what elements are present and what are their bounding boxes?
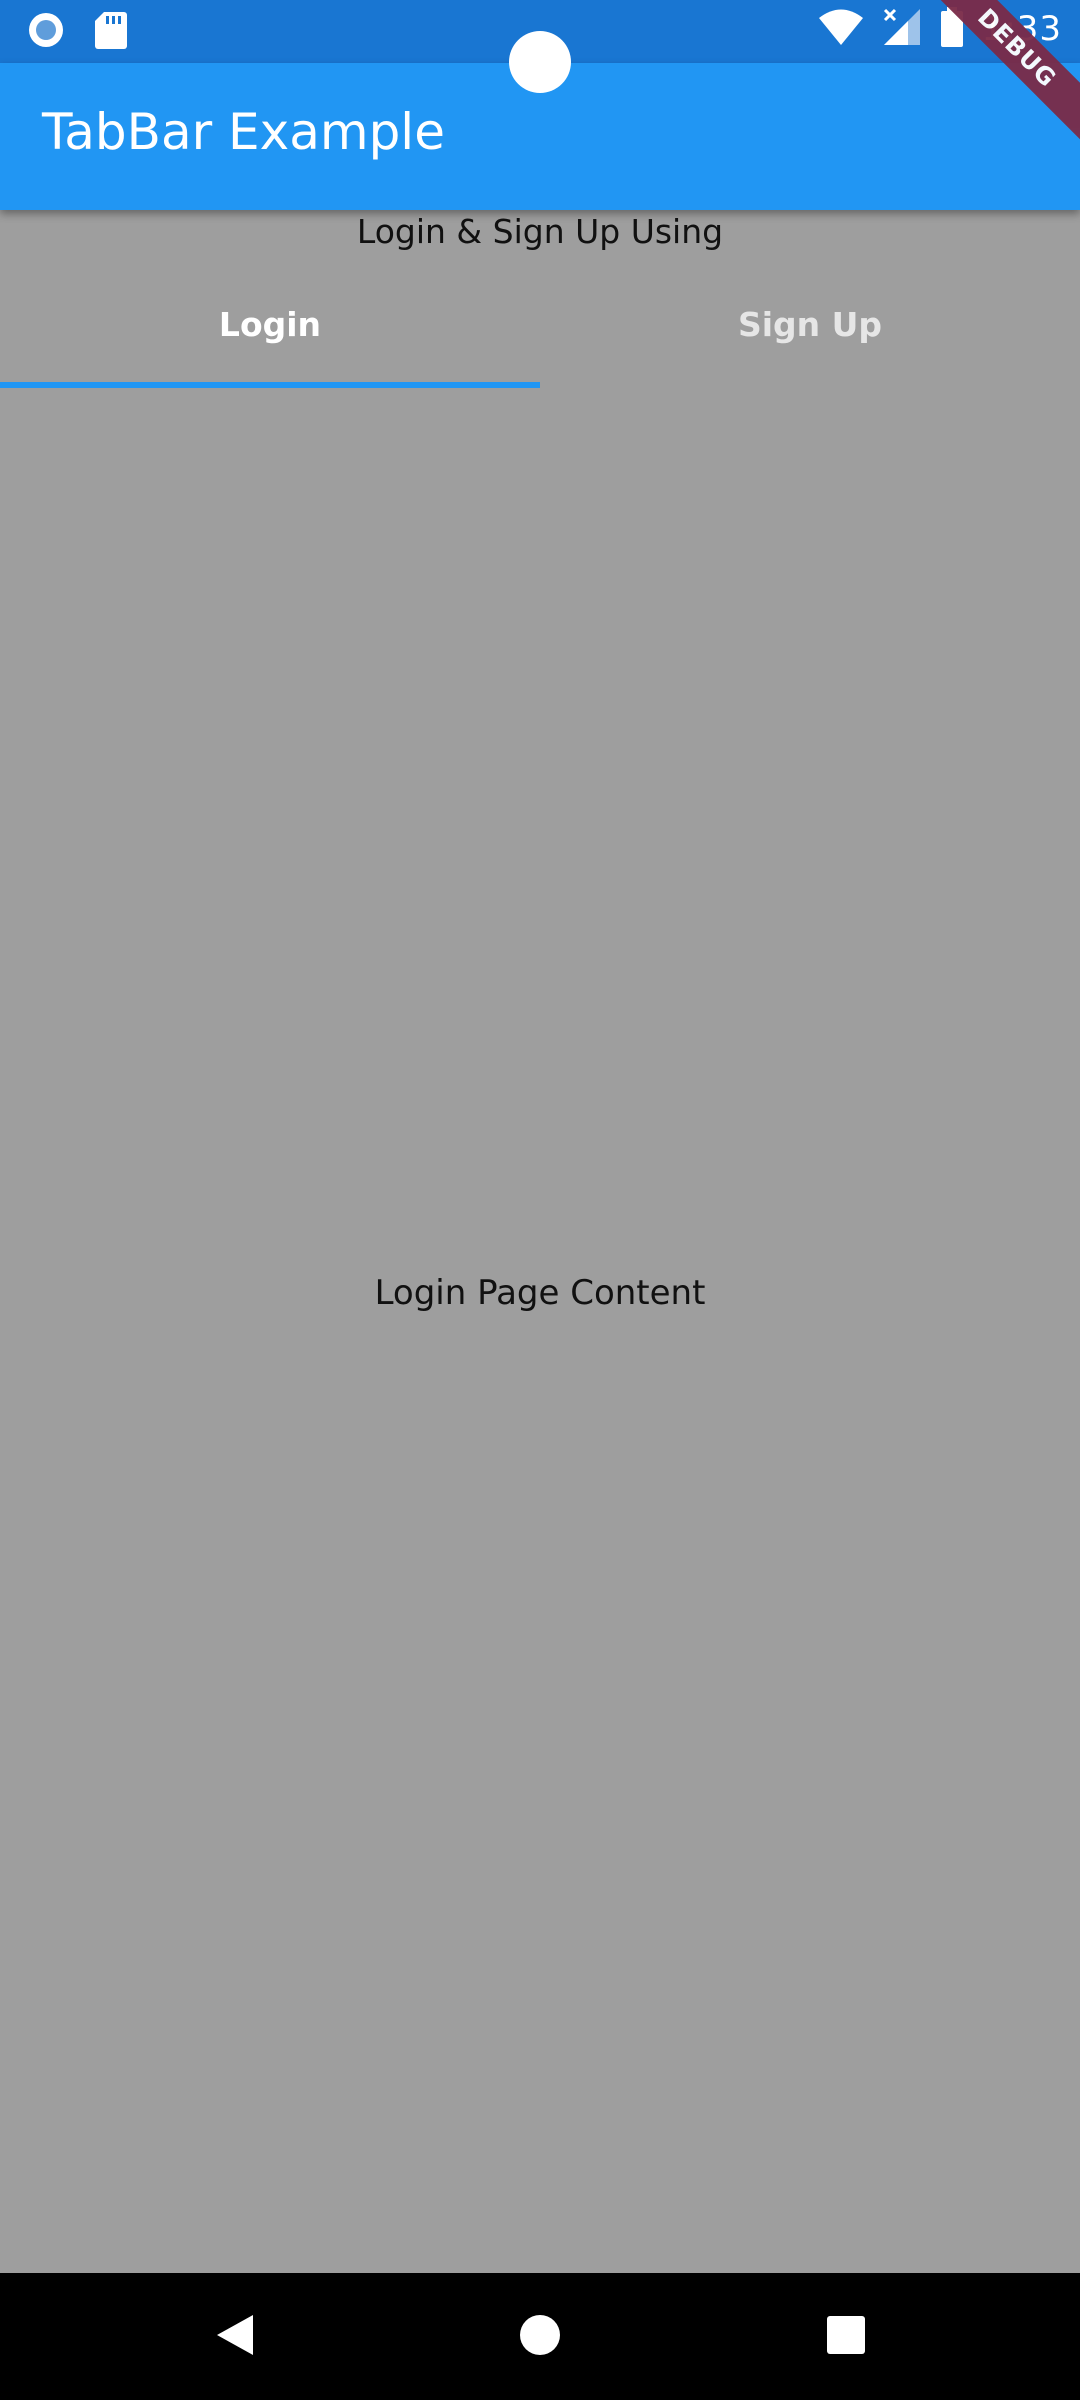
- navigation-bar: [0, 2273, 1080, 2400]
- app-title: TabBar Example: [42, 103, 445, 161]
- recents-button[interactable]: [822, 2313, 870, 2361]
- tab-sign-up-label: Sign Up: [737, 304, 883, 344]
- recents-icon: [826, 2315, 866, 2359]
- tabs-subtitle: Login & Sign Up Using: [356, 212, 724, 251]
- sd-card-icon: [94, 10, 128, 54]
- tab-login-label: Login: [218, 304, 322, 344]
- back-button[interactable]: [211, 2313, 259, 2361]
- tab-login[interactable]: Login: [0, 260, 540, 388]
- back-icon: [215, 2313, 255, 2361]
- home-icon: [518, 2313, 562, 2361]
- home-button[interactable]: [516, 2313, 564, 2361]
- signal-icon: [882, 7, 922, 51]
- login-page-content: Login Page Content: [374, 1272, 706, 1313]
- status-left-icons: [26, 10, 128, 54]
- tab-content: Login Page Content: [0, 388, 1080, 2273]
- camera-cutout: [509, 31, 571, 93]
- wifi-icon: [818, 7, 864, 51]
- tab-sign-up[interactable]: Sign Up: [540, 260, 1080, 388]
- tab-bar: Login Sign Up: [0, 260, 1080, 388]
- record-icon: [26, 10, 66, 54]
